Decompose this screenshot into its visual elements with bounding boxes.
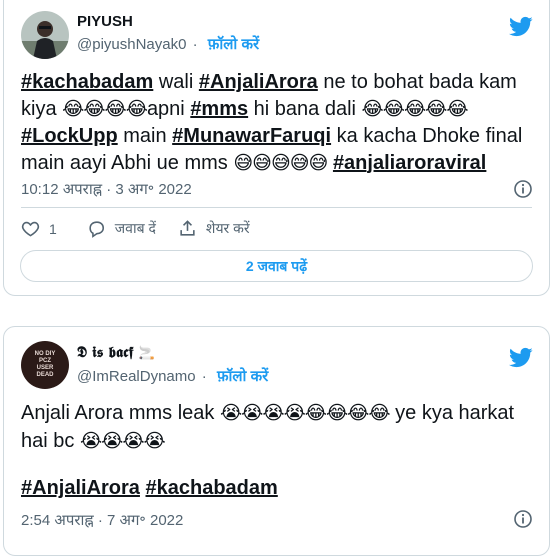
emoji-run: 😅😅😅😅😅 [233,152,328,174]
tweet-text: Anjali Arora mms leak 😭😭😭😭😂😂😂😂 ye kya ha… [21,400,535,455]
tweet-card-1: PIYUSH @piyushNayak0 · फ़ॉलो करें #kacha… [3,0,550,296]
share-icon [180,220,195,236]
emoji-run: 😂😂😂😂😂 [361,98,469,120]
read-replies-button[interactable]: 2 जवाब पढ़ें [20,250,533,282]
avatar-text: USER [36,365,54,371]
tweet-text: #kachabadam wali #AnjaliArora ne to boha… [21,69,535,177]
text-run: hi bana dali [248,97,362,120]
tweet-hashtags: #AnjaliArora #kachabadam [21,475,535,502]
display-name-text: 𝕯 𝖎𝖘 𝖇𝖆𝖈𝖋 [77,343,134,361]
text-run: main [117,125,173,147]
hashtag-link[interactable]: #kachabadam [146,477,278,499]
timestamp[interactable]: 10:12 अपराह्न · 3 अग॰ 2022 [21,179,192,199]
user-handle[interactable]: @piyushNayak0 [77,36,186,53]
separator-dot: · [192,36,198,53]
hashtag-link[interactable]: #LockUpp [21,125,118,147]
display-name[interactable]: 𝕯 𝖎𝖘 𝖇𝖆𝖈𝖋 🚬 [77,343,155,361]
hashtag-link[interactable]: #AnjaliArora [199,71,318,93]
separator-dot: · [201,368,207,385]
display-name[interactable]: PIYUSH [77,13,133,30]
hashtag-link[interactable]: #MunawarFaruqi [172,125,331,147]
reply-label: जवाब दें [114,220,156,236]
text-run: Anjali Arora mms leak [21,402,220,424]
avatar[interactable]: NO DIY PCZ USER DEAD [21,341,69,389]
handle-line: @piyushNayak0 · फ़ॉलो करें [77,34,259,54]
follow-button[interactable]: फ़ॉलो करें [217,368,268,385]
emoji-run: 😂😂😂😂 [62,98,148,120]
tweet-header: NO DIY PCZ USER DEAD 𝕯 𝖎𝖘 𝖇𝖆𝖈𝖋 🚬 @ImReal… [21,341,533,397]
follow-button[interactable]: फ़ॉलो करें [208,36,259,53]
tweet-header: PIYUSH @piyushNayak0 · फ़ॉलो करें [21,11,533,67]
reply-icon [89,221,104,238]
reply-button[interactable]: जवाब दें [87,219,156,238]
user-handle[interactable]: @ImRealDynamo [77,368,196,385]
cigarette-emoji: 🚬 [138,346,156,361]
heart-icon [21,221,40,237]
text-run: apni [146,97,191,120]
avatar[interactable] [21,11,69,59]
handle-line: @ImRealDynamo · फ़ॉलो करें [77,366,268,386]
timestamp[interactable]: 2:54 अपराह्न · 7 अग॰ 2022 [21,510,183,530]
hashtag-link[interactable]: #mms [190,98,248,120]
hashtag-link[interactable]: #kachabadam [21,71,153,93]
hashtag-link[interactable]: #anjaliaroraviral [333,152,486,174]
emoji-run: 😭😭😭😭😂😂😂😂 [219,403,391,424]
twitter-bird-icon[interactable] [508,14,533,39]
hashtag-link[interactable]: #AnjaliArora [21,477,140,499]
avatar-text: DEAD [36,372,54,378]
share-label: शेयर करें [205,220,250,236]
share-button[interactable]: शेयर करें [178,219,250,238]
emoji-run: 😭😭😭😭 [79,430,166,452]
like-button[interactable]: 1 [21,219,57,238]
tweet-card-2: NO DIY PCZ USER DEAD 𝕯 𝖎𝖘 𝖇𝖆𝖈𝖋 🚬 @ImReal… [3,326,550,556]
action-bar: 1 जवाब दें शेयर करें [21,219,272,238]
info-icon[interactable] [513,509,533,529]
divider [21,207,532,208]
like-count: 1 [49,220,57,237]
info-icon[interactable] [513,179,533,199]
text-run: wali [153,71,199,93]
avatar-text: NO DIY [34,351,56,357]
avatar-text: PCZ [39,358,51,364]
twitter-bird-icon[interactable] [508,345,533,370]
